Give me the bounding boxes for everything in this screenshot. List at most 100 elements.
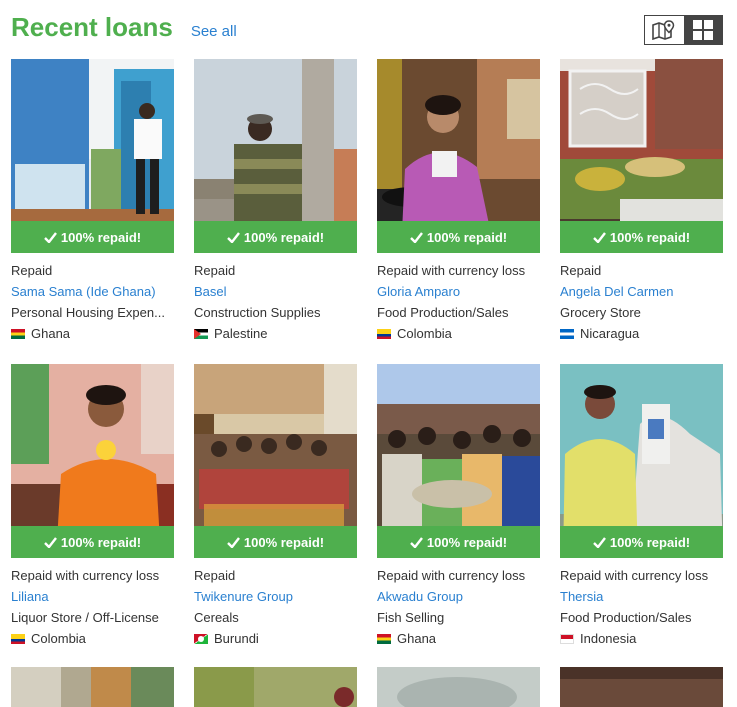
repaid-label: 100% repaid! (60, 534, 142, 550)
loan-sector: Fish Selling (377, 610, 445, 625)
loan-status: Repaid with currency loss (377, 568, 526, 583)
repaid-badge: 100% repaid! (194, 221, 357, 253)
country-name: Palestine (214, 326, 268, 341)
country-name: Colombia (397, 326, 452, 341)
grid-view-button[interactable] (683, 16, 722, 44)
checkmark-icon (593, 231, 606, 243)
loan-card[interactable]: 100% repaid! Repaid with currency loss A… (377, 364, 540, 649)
loan-card[interactable]: 100% repaid! Repaid Angela Del Carmen Gr… (560, 59, 723, 344)
repaid-badge: 100% repaid! (377, 221, 540, 253)
borrower-photo[interactable]: 100% repaid! (377, 59, 540, 253)
loan-status: Repaid (194, 568, 236, 583)
checkmark-icon (44, 536, 57, 548)
loan-country: Colombia (377, 323, 540, 344)
colombia-flag-icon (377, 328, 391, 339)
repaid-badge: 100% repaid! (560, 526, 723, 558)
section-title: Recent loans (11, 12, 173, 42)
borrower-name-link[interactable]: Twikenure Group (194, 586, 357, 607)
borrower-name-link[interactable]: Angela Del Carmen (560, 281, 723, 302)
loan-status: Repaid (560, 263, 602, 278)
checkmark-icon (227, 536, 240, 548)
loan-status: Repaid with currency loss (11, 568, 160, 583)
loan-card[interactable]: 100% repaid! Repaid with currency loss G… (377, 59, 540, 344)
loan-sector: Cereals (194, 610, 239, 625)
map-pin-icon (652, 20, 675, 40)
checkmark-icon (227, 231, 240, 243)
loan-card[interactable]: 100% repaid! Repaid Basel Construction S… (194, 59, 357, 344)
see-all-link[interactable]: See all (191, 23, 237, 40)
loan-sector: Liquor Store / Off-License (11, 610, 159, 625)
borrower-photo[interactable]: 100% repaid! (11, 364, 174, 558)
country-name: Burundi (214, 631, 259, 646)
loan-sector: Construction Supplies (194, 305, 321, 320)
checkmark-icon (44, 231, 57, 243)
borrower-name-link[interactable]: Sama Sama (Ide Ghana) (11, 281, 174, 302)
section-header: Recent loans See all (11, 12, 237, 46)
loan-card[interactable]: 100% repaid! Repaid with currency loss T… (560, 364, 723, 649)
burundi-flag-icon (194, 633, 208, 644)
loan-status: Repaid with currency loss (560, 568, 709, 583)
checkmark-icon (410, 231, 423, 243)
loan-card[interactable]: 100% repaid! Repaid Twikenure Group Cere… (194, 364, 357, 649)
repaid-label: 100% repaid! (426, 534, 508, 550)
loan-country: Ghana (11, 323, 174, 344)
borrower-photo[interactable]: 100% repaid! (560, 364, 723, 558)
country-name: Ghana (31, 326, 71, 341)
checkmark-icon (593, 536, 606, 548)
repaid-label: 100% repaid! (243, 229, 325, 245)
loan-sector: Personal Housing Expen... (11, 305, 165, 320)
loan-card[interactable]: 100% repaid! Repaid with currency loss L… (11, 364, 174, 649)
loan-sector: Food Production/Sales (377, 305, 509, 320)
grid-icon (692, 20, 713, 40)
palestine-flag-icon (194, 328, 208, 339)
loan-status: Repaid with currency loss (377, 263, 526, 278)
loan-country: Colombia (11, 628, 174, 649)
country-name: Colombia (31, 631, 86, 646)
repaid-label: 100% repaid! (60, 229, 142, 245)
repaid-badge: 100% repaid! (11, 221, 174, 253)
ghana-flag-icon (377, 633, 391, 644)
loan-country: Ghana (377, 628, 540, 649)
borrower-photo[interactable] (194, 667, 357, 707)
borrower-photo[interactable]: 100% repaid! (560, 59, 723, 253)
borrower-photo[interactable] (560, 667, 723, 707)
loan-sector: Grocery Store (560, 305, 641, 320)
ghana-flag-icon (11, 328, 25, 339)
loan-country: Indonesia (560, 628, 723, 649)
repaid-label: 100% repaid! (243, 534, 325, 550)
borrower-photo[interactable]: 100% repaid! (194, 59, 357, 253)
repaid-label: 100% repaid! (609, 534, 691, 550)
country-name: Ghana (397, 631, 437, 646)
colombia-flag-icon (11, 633, 25, 644)
map-view-button[interactable] (645, 16, 684, 44)
country-name: Indonesia (580, 631, 637, 646)
loan-card[interactable]: 100% repaid! Repaid Sama Sama (Ide Ghana… (11, 59, 174, 344)
loan-country: Burundi (194, 628, 357, 649)
loan-country: Nicaragua (560, 323, 723, 344)
repaid-badge: 100% repaid! (194, 526, 357, 558)
loan-country: Palestine (194, 323, 357, 344)
repaid-label: 100% repaid! (426, 229, 508, 245)
loan-status: Repaid (194, 263, 236, 278)
loan-status: Repaid (11, 263, 53, 278)
borrower-name-link[interactable]: Gloria Amparo (377, 281, 540, 302)
country-name: Nicaragua (580, 326, 640, 341)
repaid-badge: 100% repaid! (560, 221, 723, 253)
borrower-name-link[interactable]: Liliana (11, 586, 174, 607)
borrower-photo[interactable]: 100% repaid! (194, 364, 357, 558)
repaid-badge: 100% repaid! (11, 526, 174, 558)
indonesia-flag-icon (560, 633, 574, 644)
borrower-name-link[interactable]: Akwadu Group (377, 586, 540, 607)
borrower-photo[interactable]: 100% repaid! (11, 59, 174, 253)
borrower-photo[interactable] (377, 667, 540, 707)
borrower-name-link[interactable]: Thersia (560, 586, 723, 607)
borrower-photo[interactable]: 100% repaid! (377, 364, 540, 558)
repaid-badge: 100% repaid! (377, 526, 540, 558)
borrower-photo[interactable] (11, 667, 174, 707)
view-toggle (644, 15, 723, 45)
nicaragua-flag-icon (560, 328, 574, 339)
repaid-label: 100% repaid! (609, 229, 691, 245)
checkmark-icon (410, 536, 423, 548)
borrower-name-link[interactable]: Basel (194, 281, 357, 302)
loan-sector: Food Production/Sales (560, 610, 692, 625)
